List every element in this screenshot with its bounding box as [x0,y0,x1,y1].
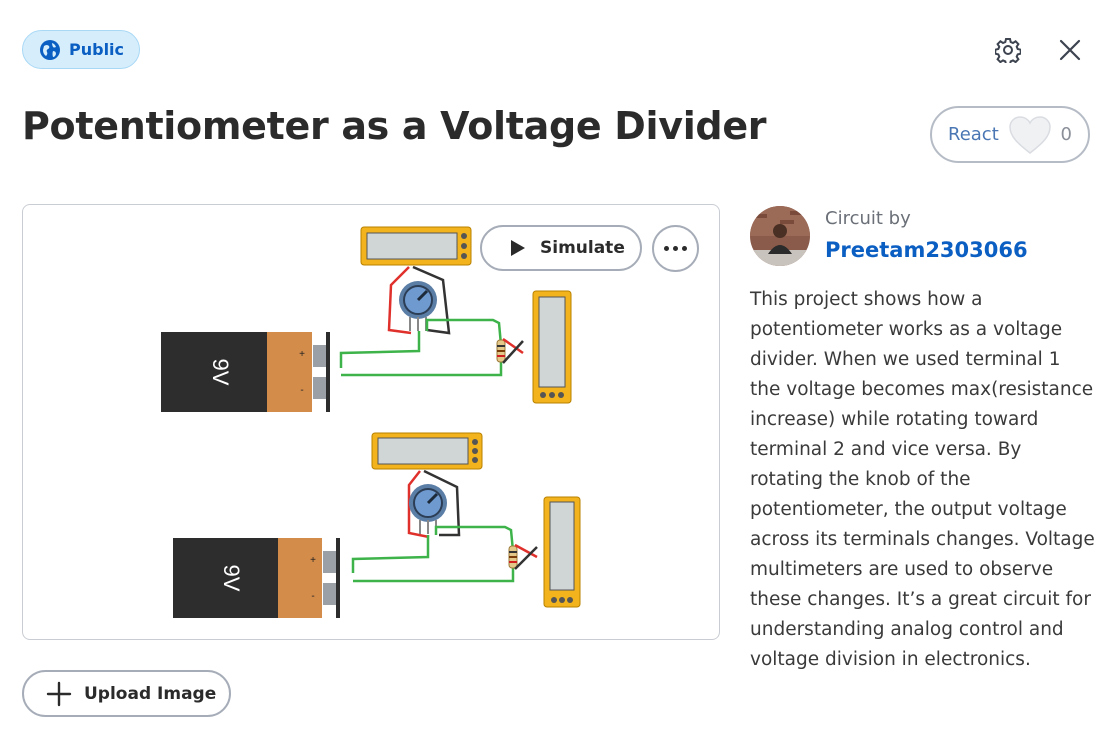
play-icon [511,240,525,256]
battery-bottom-label: 9V [219,565,244,592]
potentiometer-top[interactable] [399,281,437,331]
battery-top-minus: - [300,385,303,396]
more-dots-icon [664,246,687,251]
battery-top-label: 9V [208,359,233,386]
visibility-badge[interactable]: Public [22,30,140,69]
simulate-button[interactable]: Simulate [480,225,642,271]
multimeter-top-vertical[interactable] [532,290,572,404]
battery-bottom-minus: - [311,591,314,602]
more-options-button[interactable] [652,225,699,272]
heart-icon [1009,115,1051,154]
react-button[interactable]: React 0 [930,106,1090,163]
battery-bottom-plus: + [310,555,316,566]
multimeter-bottom-horizontal[interactable] [371,432,483,470]
battery-bottom[interactable]: 9V + - [173,538,340,618]
multimeter-bottom-vertical[interactable] [543,496,581,608]
settings-button[interactable] [992,34,1024,66]
circuit-bottom: 9V + - [173,432,581,618]
battery-top-plus: + [299,349,305,360]
author-link[interactable]: Preetam2303066 [825,238,1028,262]
resistor-top[interactable] [496,339,506,363]
circuit-canvas[interactable]: 9V + - 9V + - Simulate [22,204,720,640]
battery-top[interactable]: 9V + - [161,332,330,412]
gear-icon [995,38,1021,63]
close-icon [1059,39,1081,61]
project-description: This project shows how a potentiometer w… [750,289,1095,670]
circuit-by-label: Circuit by [825,208,911,229]
upload-label: Upload Image [84,683,217,704]
react-count: 0 [1060,124,1072,145]
avatar[interactable] [750,206,810,266]
simulate-label: Simulate [540,238,625,258]
visibility-label: Public [69,40,125,59]
resistor-bottom[interactable] [508,545,518,569]
upload-image-button[interactable]: Upload Image [22,670,231,717]
plus-icon [46,681,72,706]
close-button[interactable] [1054,34,1086,66]
globe-icon [40,39,60,60]
react-label: React [948,124,999,145]
multimeter-top-horizontal[interactable] [360,226,472,266]
page-title: Potentiometer as a Voltage Divider [22,104,767,148]
